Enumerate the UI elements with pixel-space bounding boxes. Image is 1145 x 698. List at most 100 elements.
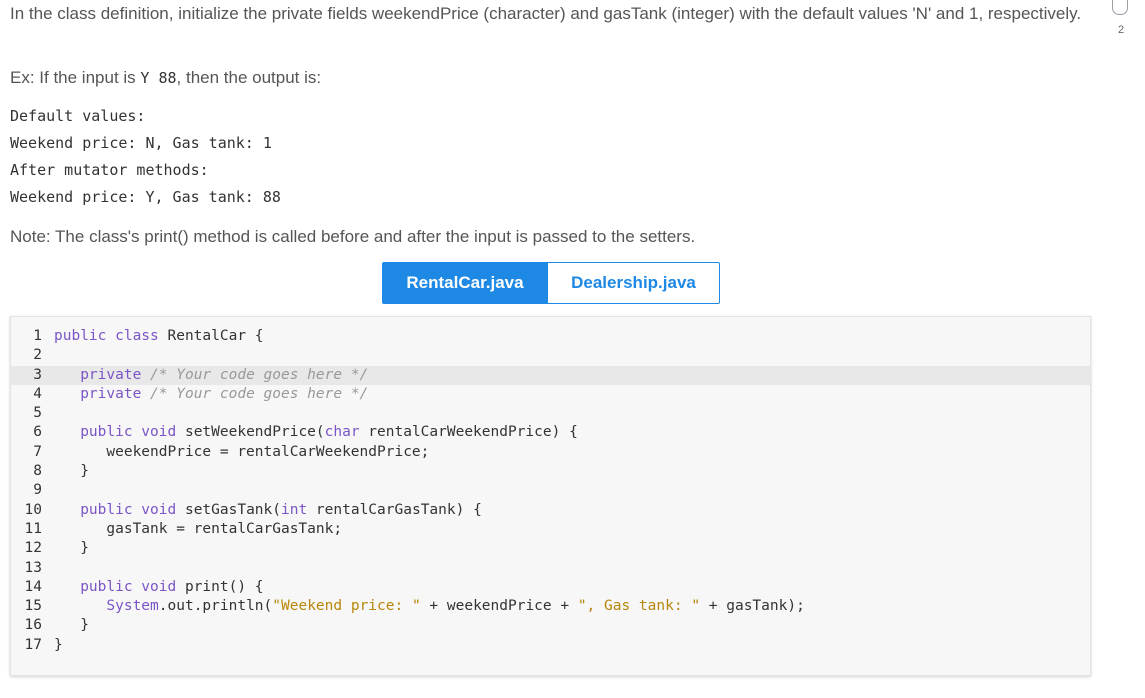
line-number: 15 (24, 598, 42, 615)
code-text: } (54, 617, 89, 633)
output-line: Default values: (10, 107, 146, 125)
code-line[interactable]: 7 weekendPrice = rentalCarWeekendPrice; (11, 443, 1090, 462)
line-number: 2 (33, 347, 42, 364)
code-text: weekendPrice = rentalCarWeekendPrice; (54, 444, 429, 460)
line-number: 7 (33, 443, 42, 460)
activity-badge[interactable]: 2 (1108, 0, 1130, 36)
code-token: char (324, 424, 360, 441)
note-text: Note: The class's print() method is call… (10, 227, 696, 246)
code-token: public void (80, 501, 177, 518)
example-suffix: , then the output is: (176, 68, 322, 87)
code-text: } (54, 637, 63, 653)
code-line[interactable]: 4 private /* Your code goes here */ (11, 385, 1090, 404)
output-line: After mutator methods: (10, 161, 209, 179)
code-token: } (54, 617, 89, 634)
code-line[interactable]: 2 (11, 346, 1090, 365)
code-token: /* Your code goes here */ (141, 385, 369, 402)
line-number: 12 (24, 540, 42, 557)
code-text: gasTank = rentalCarGasTank; (54, 521, 342, 537)
code-text: public class RentalCar { (54, 328, 264, 344)
code-token: rentalCarWeekendPrice) { (359, 424, 578, 441)
line-number: 3 (33, 366, 42, 383)
code-line[interactable]: 11 gasTank = rentalCarGasTank; (11, 520, 1090, 539)
code-token: public void (80, 424, 177, 441)
code-token: setGasTank( (176, 501, 281, 518)
code-token: .out.println( (158, 598, 273, 615)
line-number: 11 (24, 520, 42, 537)
line-number: 5 (33, 405, 42, 422)
code-token: } (54, 463, 89, 480)
line-number: 4 (33, 385, 42, 402)
code-line[interactable]: 16 } (11, 616, 1090, 635)
tab-dealership-java[interactable]: Dealership.java (548, 262, 720, 304)
code-token: print() { (176, 578, 264, 595)
code-line[interactable]: 14 public void print() { (11, 578, 1090, 597)
code-token: weekendPrice = rentalCarWeekendPrice; (54, 443, 430, 460)
line-number: 1 (33, 328, 42, 344)
code-token: + weekendPrice + (420, 598, 578, 615)
line-number: 10 (24, 501, 42, 518)
code-text: private /* Your code goes here */ (54, 367, 368, 383)
line-number: 9 (33, 482, 42, 499)
line-number: 17 (24, 636, 42, 653)
code-token: rentalCarGasTank) { (307, 501, 482, 518)
line-number: 6 (33, 424, 42, 441)
output-line: Weekend price: N, Gas tank: 1 (10, 134, 272, 152)
code-text: } (54, 540, 89, 556)
code-token: } (54, 636, 63, 653)
code-token: private (80, 385, 142, 402)
code-line[interactable]: 9 (11, 481, 1090, 500)
code-token: /* Your code goes here */ (141, 366, 369, 383)
code-token: System (106, 598, 159, 615)
code-token: RentalCar { (158, 328, 264, 344)
badge-count: 2 (1118, 24, 1125, 36)
code-line[interactable]: 15 System.out.println("Weekend price: " … (11, 597, 1090, 616)
code-line[interactable]: 12 } (11, 539, 1090, 558)
code-token: int (281, 501, 308, 518)
code-text: System.out.println("Weekend price: " + w… (54, 598, 805, 615)
code-line[interactable]: 13 (11, 559, 1090, 578)
code-token: setWeekendPrice( (176, 424, 325, 441)
expected-output: Default values: Weekend price: N, Gas tan… (10, 103, 281, 211)
code-text: } (54, 463, 89, 479)
code-line[interactable]: 3 private /* Your code goes here */ (11, 365, 1090, 385)
code-text: private /* Your code goes here */ (54, 386, 368, 402)
code-token: private (80, 366, 142, 383)
code-token: gasTank = rentalCarGasTank; (54, 520, 343, 537)
output-line: Weekend price: Y, Gas tank: 88 (10, 188, 281, 206)
code-token: ", Gas tank: " (577, 598, 701, 615)
file-tabs: RentalCar.java Dealership.java (382, 262, 720, 304)
code-token: public class (54, 328, 159, 344)
activity-shape-icon (1112, 0, 1128, 15)
code-line[interactable]: 10 public void setGasTank(int rentalCarG… (11, 501, 1090, 520)
line-number: 8 (33, 463, 42, 480)
code-editor[interactable]: 1 public class RentalCar {2 3 private /* Y… (10, 316, 1091, 676)
code-line[interactable]: 1 public class RentalCar { (11, 327, 1090, 346)
prompt-intro: In the class definition, initialize the … (10, 4, 1082, 23)
code-line[interactable]: 17} (11, 636, 1090, 655)
code-token: + gasTank); (700, 598, 805, 615)
code-token: public void (80, 578, 177, 595)
code-text: public void setWeekendPrice(char rentalC… (54, 424, 578, 440)
code-text: public void print() { (54, 578, 264, 595)
code-line[interactable]: 8 } (11, 462, 1090, 481)
code-line[interactable]: 6 public void setWeekendPrice(char renta… (11, 423, 1090, 442)
example-input: Y 88 (140, 69, 177, 87)
code-token: "Weekend price: " (272, 598, 421, 615)
line-number: 14 (24, 578, 42, 595)
code-token: } (54, 540, 89, 557)
line-number: 13 (24, 559, 42, 576)
tab-rentalcar-java[interactable]: RentalCar.java (382, 262, 548, 304)
line-number: 16 (24, 617, 42, 634)
code-lines[interactable]: 1 public class RentalCar {2 3 private /* Y… (11, 327, 1090, 655)
code-text: public void setGasTank(int rentalCarGasT… (54, 502, 482, 518)
example-prefix: Ex: If the input is (10, 68, 141, 87)
example-sentence: Ex: If the input is Y 88, then the outpu… (10, 64, 321, 92)
code-line[interactable]: 5 (11, 404, 1090, 423)
